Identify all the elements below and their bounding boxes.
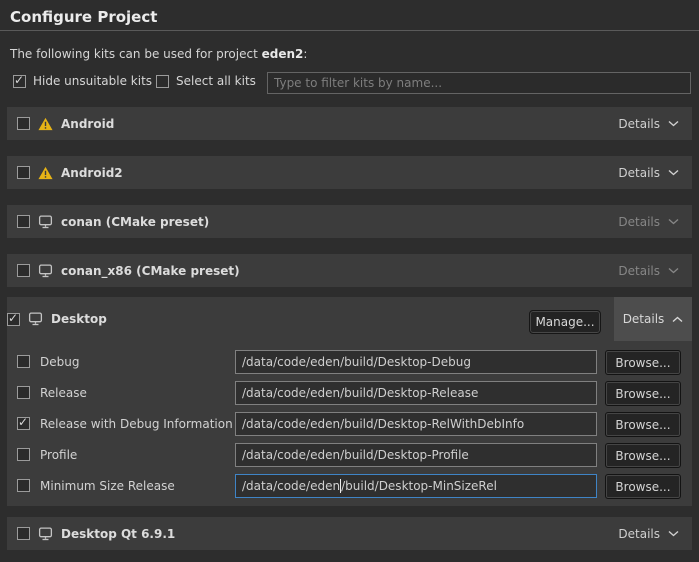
desktop-icon: [38, 527, 53, 541]
build-config-row-relwithdebinfo: Release with Debug Information Browse...: [7, 412, 692, 436]
desktop-icon: [38, 215, 53, 229]
kit-row-conan-x86[interactable]: conan_x86 (CMake preset) Details: [7, 254, 692, 287]
details-button[interactable]: Details: [605, 517, 692, 550]
chevron-down-icon: [668, 169, 679, 176]
project-name: eden2: [262, 47, 304, 61]
chevron-down-icon: [668, 120, 679, 127]
build-config-checkbox[interactable]: [17, 355, 30, 368]
build-dir-input-debug[interactable]: [235, 350, 597, 374]
kit-name: Desktop: [51, 312, 107, 326]
path-text-after-caret: /build/Desktop-MinSizeRel: [341, 479, 497, 493]
details-label: Details: [618, 264, 660, 278]
configure-project-window: Configure Project The following kits can…: [0, 0, 699, 562]
build-dir-input-relwithdebinfo[interactable]: [235, 412, 597, 436]
kit-row-desktop[interactable]: Desktop Manage... Details: [7, 297, 692, 341]
page-title: Configure Project: [10, 8, 157, 26]
kit-checkbox[interactable]: [7, 313, 20, 326]
kit-checkbox[interactable]: [17, 264, 30, 277]
details-button-expanded[interactable]: Details: [614, 297, 692, 341]
build-config-label: Release with Debug Information: [40, 412, 233, 436]
build-config-label: Debug: [40, 350, 79, 374]
kit-name: Android: [61, 117, 114, 131]
build-config-checkbox[interactable]: [17, 386, 30, 399]
kit-name: conan (CMake preset): [61, 215, 209, 229]
build-config-row-minsizerel: Minimum Size Release /data/code/eden/bui…: [7, 474, 692, 498]
desktop-icon: [28, 312, 43, 326]
build-config-checkbox[interactable]: [17, 479, 30, 492]
build-config-checkbox[interactable]: [17, 417, 30, 430]
kit-row-desktop-qt-691[interactable]: Desktop Qt 6.9.1 Details: [7, 517, 692, 550]
kit-checkbox[interactable]: [17, 527, 30, 540]
build-dir-input-release[interactable]: [235, 381, 597, 405]
browse-button[interactable]: Browse...: [605, 350, 681, 375]
build-config-row-profile: Profile Browse...: [7, 443, 692, 467]
intro-text: The following kits can be used for proje…: [10, 47, 307, 61]
details-button: Details: [605, 254, 692, 287]
details-label: Details: [618, 215, 660, 229]
kit-checkbox[interactable]: [17, 166, 30, 179]
browse-button[interactable]: Browse...: [605, 412, 681, 437]
kit-section-desktop: Desktop Manage... Details Debug Browse..…: [7, 297, 692, 506]
details-button[interactable]: Details: [605, 107, 692, 140]
intro-text-before: The following kits can be used for proje…: [10, 47, 262, 61]
manage-button[interactable]: Manage...: [529, 310, 601, 334]
select-all-kits-checkbox-group[interactable]: Select all kits: [156, 74, 256, 88]
hide-unsuitable-label: Hide unsuitable kits: [33, 74, 152, 88]
details-label: Details: [618, 527, 660, 541]
hide-unsuitable-kits-checkbox-group[interactable]: Hide unsuitable kits: [13, 74, 152, 88]
details-label: Details: [618, 117, 660, 131]
build-config-label: Minimum Size Release: [40, 474, 175, 498]
kit-checkbox[interactable]: [17, 215, 30, 228]
browse-button[interactable]: Browse...: [605, 381, 681, 406]
kit-row-conan[interactable]: conan (CMake preset) Details: [7, 205, 692, 238]
kit-row-android2[interactable]: Android2 Details: [7, 156, 692, 189]
desktop-icon: [38, 264, 53, 278]
build-dir-input-profile[interactable]: [235, 443, 597, 467]
chevron-down-icon: [668, 267, 679, 274]
build-dir-input-minsizerel[interactable]: /data/code/eden/build/Desktop-MinSizeRel: [235, 474, 597, 498]
warning-icon: [38, 117, 53, 131]
build-config-row-debug: Debug Browse...: [7, 350, 692, 374]
kit-checkbox[interactable]: [17, 117, 30, 130]
chevron-down-icon: [668, 218, 679, 225]
build-config-label: Release: [40, 381, 87, 405]
details-button: Details: [605, 205, 692, 238]
chevron-down-icon: [668, 530, 679, 537]
select-all-checkbox[interactable]: [156, 75, 169, 88]
chevron-up-icon: [672, 316, 683, 323]
select-all-label: Select all kits: [176, 74, 256, 88]
kit-name: Android2: [61, 166, 123, 180]
kit-row-android[interactable]: Android Details: [7, 107, 692, 140]
hide-unsuitable-checkbox[interactable]: [13, 75, 26, 88]
kit-name: conan_x86 (CMake preset): [61, 264, 240, 278]
path-text-before-caret: /data/code/eden: [242, 479, 340, 493]
details-button[interactable]: Details: [605, 156, 692, 189]
kit-name: Desktop Qt 6.9.1: [61, 527, 175, 541]
intro-text-after: :: [303, 47, 307, 61]
title-separator: [0, 30, 699, 31]
build-config-checkbox[interactable]: [17, 448, 30, 461]
build-config-row-release: Release Browse...: [7, 381, 692, 405]
warning-icon: [38, 166, 53, 180]
browse-button[interactable]: Browse...: [605, 443, 681, 468]
details-label: Details: [623, 312, 665, 326]
build-config-label: Profile: [40, 443, 77, 467]
browse-button[interactable]: Browse...: [605, 474, 681, 499]
details-label: Details: [618, 166, 660, 180]
kit-filter-input[interactable]: [267, 72, 691, 94]
